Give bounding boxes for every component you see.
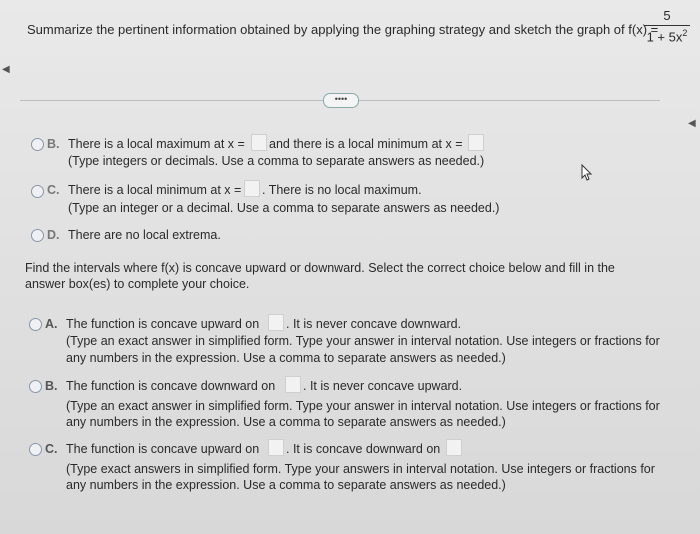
option-concavity-a-line2: (Type an exact answer in simplified form…	[66, 334, 660, 348]
option-concavity-c-line1b: . It is concave downward on	[286, 442, 441, 456]
option-extrema-b-line1a: There is a local maximum at x =	[68, 137, 245, 151]
mouse-pointer-icon	[581, 163, 593, 181]
option-extrema-c-line2: (Type an integer or a decimal. Use a com…	[68, 201, 500, 215]
fraction-denominator: 1 + 5x2	[644, 28, 690, 44]
option-concavity-a-line3: any numbers in the expression. Use a com…	[66, 351, 506, 365]
function-fraction: 5 1 + 5x2	[644, 8, 690, 44]
radio-concavity-c[interactable]	[29, 443, 42, 456]
option-concavity-a-line1a: The function is concave upward on	[66, 317, 260, 331]
option-letter-d: D.	[47, 228, 60, 242]
option-concavity-a-line1b: . It is never concave downward.	[286, 317, 462, 331]
more-button[interactable]: ••••	[323, 93, 359, 108]
option-concavity-b-line3: any numbers in the expression. Use a com…	[66, 415, 506, 429]
option-extrema-c-line1a: There is a local minimum at x =	[68, 183, 242, 197]
local-min-input[interactable]	[465, 134, 487, 152]
option-letter-b: B.	[47, 137, 60, 151]
local-min-only-input[interactable]	[241, 180, 263, 198]
collapse-right-icon[interactable]: ◀	[688, 118, 696, 129]
radio-concavity-a[interactable]	[29, 318, 42, 331]
local-max-input[interactable]	[248, 134, 270, 152]
concave-up-interval-input[interactable]	[265, 439, 287, 457]
option-concavity-b-line1a: The function is concave downward on	[66, 379, 276, 393]
option-concavity-b-line1b: . It is never concave upward.	[303, 379, 463, 393]
collapse-left-icon[interactable]: ◀	[2, 64, 10, 75]
option-concavity-c-line1a: The function is concave upward on	[66, 442, 260, 456]
option-extrema-d-line1: There are no local extrema.	[68, 228, 221, 242]
concavity-prompt: Find the intervals where f(x) is concave…	[25, 260, 615, 292]
denominator-exponent: 2	[682, 28, 688, 38]
radio-extrema-c[interactable]	[31, 185, 44, 198]
question-text: Summarize the pertinent information obta…	[27, 22, 659, 37]
radio-concavity-b[interactable]	[29, 380, 42, 393]
option-extrema-b-line2: (Type integers or decimals. Use a comma …	[68, 154, 485, 168]
concavity-prompt-line2: answer box(es) to complete your choice.	[25, 277, 250, 291]
fraction-numerator: 5	[663, 8, 671, 23]
question-page: ◀ ◀ Summarize the pertinent information …	[0, 0, 700, 534]
option-extrema-b-line1b: and there is a local minimum at x =	[269, 137, 463, 151]
option-letter-c2: C.	[45, 442, 58, 456]
option-concavity-c-line3: any numbers in the expression. Use a com…	[66, 478, 506, 492]
option-extrema-c-line1b: . There is no local maximum.	[262, 183, 422, 197]
concave-up-input[interactable]	[265, 314, 287, 332]
option-letter-c: C.	[47, 183, 60, 197]
option-letter-a: A.	[45, 317, 58, 331]
option-concavity-b-line2: (Type an exact answer in simplified form…	[66, 399, 660, 413]
denominator-base: 1 + 5x	[646, 29, 683, 45]
radio-extrema-b[interactable]	[31, 138, 44, 151]
option-letter-b2: B.	[45, 379, 58, 393]
radio-extrema-d[interactable]	[31, 229, 44, 242]
concavity-prompt-line1: Find the intervals where f(x) is concave…	[25, 261, 615, 275]
concave-down-input[interactable]	[282, 376, 304, 394]
option-concavity-c-line2: (Type exact answers in simplified form. …	[66, 462, 655, 476]
fraction-bar	[644, 25, 690, 26]
concave-down-interval-input[interactable]	[443, 439, 465, 457]
